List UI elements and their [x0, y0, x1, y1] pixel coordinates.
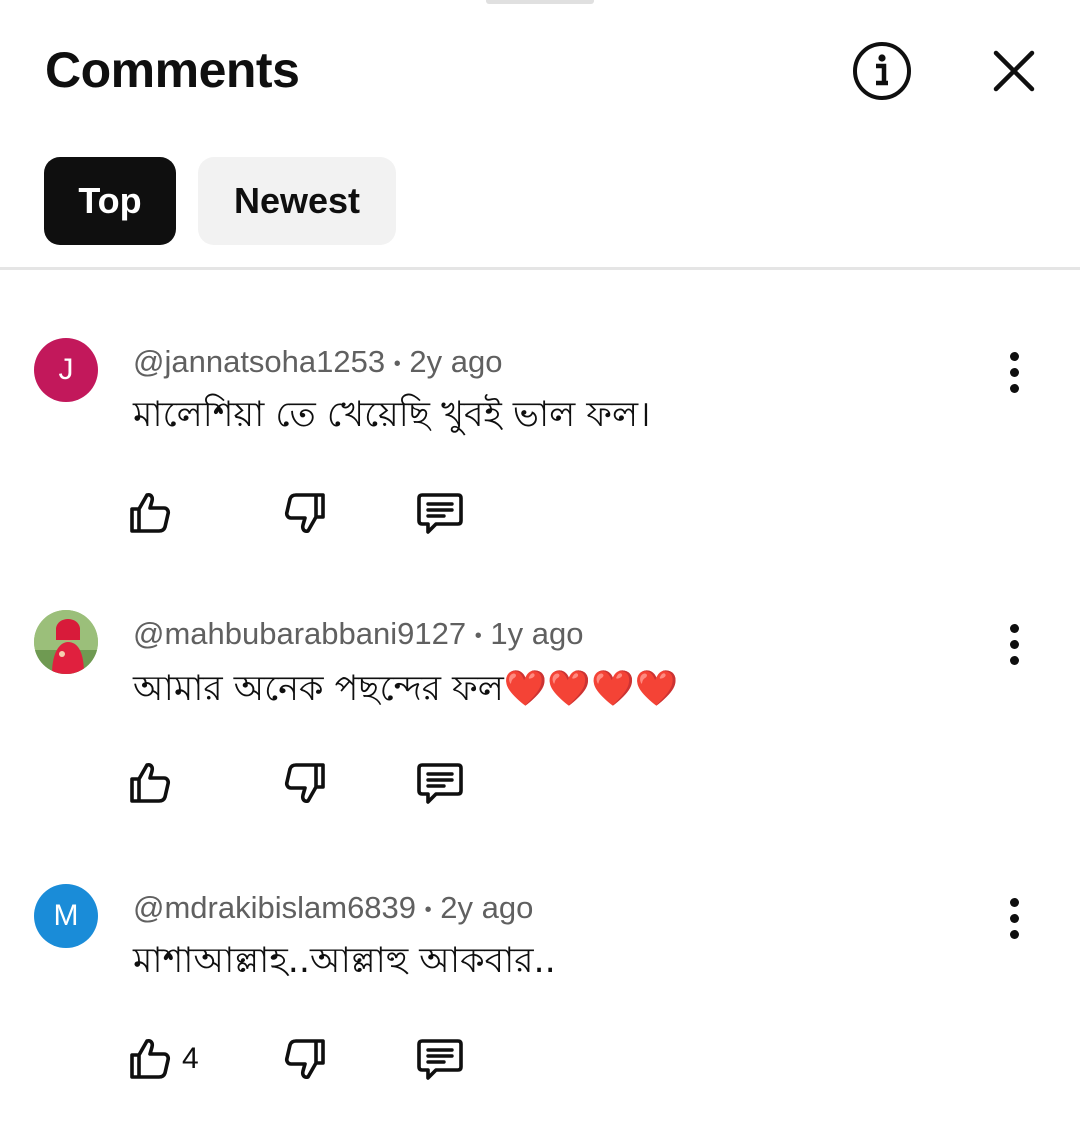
like-count: 4 — [182, 1042, 199, 1075]
avatar[interactable]: M — [34, 884, 98, 948]
comment-meta: @mdrakibislam6839 • 2y ago — [133, 888, 533, 930]
thumb-down-icon — [284, 763, 325, 803]
more-options-button[interactable] — [990, 886, 1038, 950]
meta-separator: • — [474, 624, 482, 647]
thumb-up-icon — [130, 763, 171, 803]
info-button[interactable] — [846, 35, 918, 107]
comment-time[interactable]: 2y ago — [409, 344, 502, 379]
close-icon — [993, 50, 1035, 92]
reply-button[interactable] — [414, 485, 466, 541]
dislike-button[interactable] — [281, 755, 329, 811]
comment-text: আমার অনেক পছন্দের ফল❤️❤️❤️❤️ — [133, 666, 678, 712]
thumb-up-icon — [130, 1039, 171, 1079]
comment-actions: 4 — [126, 1031, 526, 1087]
comment-item: M @mdrakibislam6839 • 2y ago মাশাআল্লাহ.… — [0, 876, 1080, 1126]
comment-author[interactable]: @mdrakibislam6839 — [133, 890, 416, 925]
comment-actions — [126, 485, 526, 541]
like-button[interactable] — [126, 485, 182, 541]
meta-separator: • — [424, 898, 432, 921]
avatar-letter: J — [58, 353, 74, 386]
close-button[interactable] — [978, 35, 1050, 107]
sort-chips: Top Newest — [44, 157, 396, 245]
reply-button[interactable] — [414, 1031, 466, 1087]
heart-emojis: ❤️❤️❤️❤️ — [503, 669, 679, 709]
reply-comment-icon — [417, 1039, 463, 1080]
thumb-down-icon — [284, 493, 325, 533]
comment-author[interactable]: @mahbubarabbani9127 — [133, 616, 466, 651]
comments-header: Comments — [0, 0, 1080, 140]
more-options-button[interactable] — [990, 340, 1038, 404]
comment-text: মাশাআল্লাহ..আল্লাহু আকবার.. — [133, 941, 556, 981]
like-button[interactable]: 4 — [126, 1031, 199, 1087]
tab-newest[interactable]: Newest — [198, 157, 396, 245]
dislike-button[interactable] — [281, 485, 329, 541]
comment-body: আমার অনেক পছন্দের ফল — [133, 669, 504, 709]
reply-button[interactable] — [414, 755, 466, 811]
avatar[interactable]: J — [34, 338, 98, 402]
more-options-button[interactable] — [990, 612, 1038, 676]
comment-time[interactable]: 2y ago — [440, 890, 533, 925]
divider — [0, 267, 1080, 270]
comment-meta: @jannatsoha1253 • 2y ago — [133, 342, 502, 384]
tab-top[interactable]: Top — [44, 157, 176, 245]
avatar[interactable] — [34, 610, 98, 674]
info-icon — [853, 42, 911, 100]
reply-comment-icon — [417, 493, 463, 534]
comment-time[interactable]: 1y ago — [490, 616, 583, 651]
reply-comment-icon — [417, 763, 463, 804]
comment-meta: @mahbubarabbani9127 • 1y ago — [133, 614, 583, 656]
avatar-photo — [34, 610, 98, 674]
avatar-letter: M — [53, 899, 79, 932]
comment-actions — [126, 755, 526, 811]
comment-item: J @jannatsoha1253 • 2y ago মালেশিয়া তে … — [0, 330, 1080, 580]
comment-item: @mahbubarabbani9127 • 1y ago আমার অনেক প… — [0, 602, 1080, 852]
thumb-up-icon — [130, 493, 171, 533]
comment-author[interactable]: @jannatsoha1253 — [133, 344, 385, 379]
like-button[interactable] — [126, 755, 182, 811]
thumb-down-icon — [284, 1039, 325, 1079]
page-title: Comments — [45, 42, 300, 98]
dislike-button[interactable] — [281, 1031, 329, 1087]
comment-text: মালেশিয়া তে খেয়েছি খুবই ভাল ফল। — [133, 395, 651, 435]
meta-separator: • — [393, 352, 401, 375]
